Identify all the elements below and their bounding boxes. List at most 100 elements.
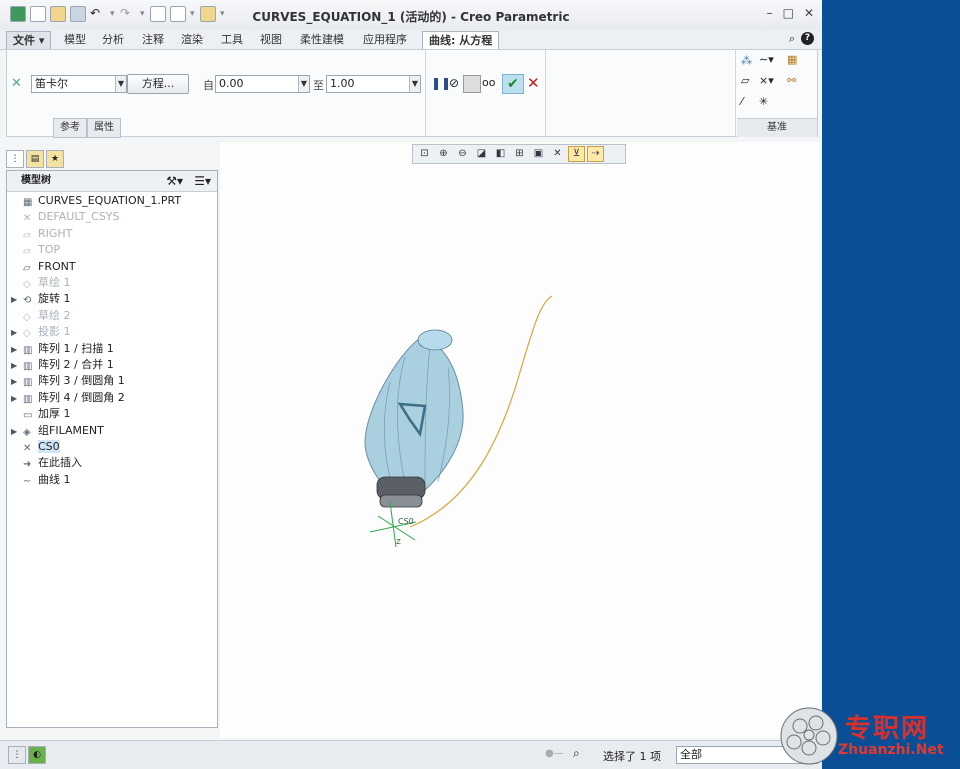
feature-icon: ▱ (23, 246, 31, 258)
verify-mode-icon[interactable] (463, 75, 481, 93)
display-style-icon[interactable]: ◧ (492, 146, 509, 162)
window-title: CURVES_EQUATION_1 (活动的) - Creo Parametri… (252, 10, 570, 24)
tree-item-label: 投影 1 (38, 325, 71, 339)
tree-item-label: 阵列 2 / 合并 1 (38, 358, 114, 371)
tab-references[interactable]: 参考 (53, 118, 87, 138)
model-viewport[interactable]: CS0 Z (220, 142, 820, 738)
datum-point-icon[interactable]: ⁂ (741, 54, 757, 70)
datum-axis-icon[interactable]: ⁄ (741, 95, 757, 111)
title-bar: ↶ ▾ ↷ ▾ ▾ ▾ CURVES_EQUATION_1 (活动的) - Cr… (0, 0, 822, 30)
ribbon-tab-bar: 文件 ▾ 模型 分析 注释 渲染 工具 视图 柔性建模 应用程序 曲线: 从方程… (0, 30, 822, 50)
datum-point-offset-icon[interactable]: ×▾ (759, 74, 775, 90)
tree-item[interactable]: ◇ 草绘 1 (11, 275, 71, 291)
close-button[interactable]: ✕ (804, 6, 814, 20)
bulb-top-cap (417, 329, 453, 351)
tree-item[interactable]: ▶ ▥ 阵列 1 / 扫描 1 (11, 341, 114, 357)
to-value-input[interactable]: 1.00 ▼ (326, 75, 421, 93)
to-value: 1.00 (330, 77, 355, 90)
tab-applications[interactable]: 应用程序 (357, 31, 413, 48)
saved-orientations-icon[interactable]: ⊞ (511, 146, 528, 162)
tree-item-label: 阵列 1 / 扫描 1 (38, 341, 114, 355)
bulb-model[interactable] (364, 329, 464, 508)
tab-curve-from-equation[interactable]: 曲线: 从方程 (422, 31, 500, 50)
tree-item[interactable]: ▭ 加厚 1 (11, 406, 71, 422)
tab-analysis[interactable]: 分析 (96, 31, 130, 48)
selection-filter-value: 全部 (680, 748, 702, 761)
tree-item[interactable]: ▦ CURVES_EQUATION_1.PRT (11, 193, 181, 209)
repaint-icon[interactable]: ◪ (473, 146, 490, 162)
datum-plane-icon[interactable]: ▱ (741, 74, 757, 90)
datum-csys-icon[interactable]: ✳ (759, 95, 775, 111)
expand-arrow-icon[interactable]: ▶ (11, 374, 23, 390)
zoom-in-icon[interactable]: ⊕ (435, 146, 452, 162)
feature-icon: ✕ (23, 213, 32, 225)
folder-browser-tab-icon[interactable]: ▤ (26, 150, 44, 168)
tree-settings-icon[interactable]: ⚒▾ (166, 171, 183, 191)
datum-display-icon[interactable]: ✕ (549, 146, 566, 162)
tab-annotate[interactable]: 注释 (136, 31, 170, 48)
tree-item[interactable]: ▱ FRONT (11, 259, 76, 275)
feature-icon: ◇ (23, 328, 31, 340)
tree-filter-icon[interactable]: ☰▾ (194, 171, 211, 191)
status-bar: ⋮ ◐ ●— ⌕ 选择了 1 项 全部 ▼ (0, 740, 822, 769)
graphics-area[interactable]: CS0 Z (220, 142, 820, 738)
cancel-x-icon[interactable]: ✕ (527, 74, 543, 92)
search-icon[interactable]: ⌕ (789, 32, 795, 46)
tree-item[interactable]: ▶ ▥ 阵列 4 / 倒圆角 2 (11, 390, 125, 406)
spin-center-icon[interactable]: ⇢ (587, 146, 604, 162)
tab-model[interactable]: 模型 (58, 31, 92, 48)
tree-item[interactable]: ▶ ◈ 组FILAMENT (11, 423, 104, 439)
expand-arrow-icon[interactable]: ▶ (11, 391, 23, 407)
model-tree-tab-icon[interactable]: ⋮ (6, 150, 24, 168)
tab-file[interactable]: 文件 ▾ (6, 31, 52, 50)
tree-item[interactable]: ▱ TOP (11, 242, 60, 258)
chevron-down-icon: ▼ (298, 76, 309, 92)
tree-item[interactable]: ➜ 在此插入 (11, 455, 82, 471)
find-icon[interactable]: ⌕ (573, 746, 580, 761)
annotation-display-icon[interactable]: ⊻ (568, 146, 585, 162)
tab-render[interactable]: 渲染 (175, 31, 209, 48)
tree-item[interactable]: ▱ RIGHT (11, 226, 72, 242)
tree-item[interactable]: ∼ 曲线 1 (11, 472, 71, 488)
expand-arrow-icon[interactable]: ▶ (11, 424, 23, 440)
favorites-tab-icon[interactable]: ★ (46, 150, 64, 168)
maximize-button[interactable]: □ (783, 6, 794, 20)
pause-icon[interactable]: ❚❚ (431, 76, 451, 92)
bulb-glass[interactable] (364, 337, 464, 491)
expand-arrow-icon[interactable]: ▶ (11, 325, 23, 341)
apply-check-icon[interactable]: ✔ (502, 74, 524, 94)
minimize-button[interactable]: – (767, 6, 773, 20)
expand-arrow-icon[interactable]: ▶ (11, 358, 23, 374)
from-value-input[interactable]: 0.00 ▼ (215, 75, 310, 93)
help-icon[interactable]: ? (801, 32, 814, 45)
expand-arrow-icon[interactable]: ▶ (11, 292, 23, 308)
show-navigator-icon[interactable]: ⋮ (8, 746, 26, 764)
feature-icon: ▱ (23, 262, 31, 274)
tab-tools[interactable]: 工具 (215, 31, 249, 48)
expand-arrow-icon[interactable]: ▶ (11, 342, 23, 358)
tree-item[interactable]: ▶ ▥ 阵列 3 / 倒圆角 1 (11, 373, 125, 389)
coord-type-select[interactable]: 笛卡尔 ▼ (31, 75, 127, 93)
tree-item[interactable]: ▶ ◇ 投影 1 (11, 324, 71, 340)
datum-analysis-icon[interactable]: ▦ (787, 53, 803, 69)
datum-curve-icon[interactable]: ∼▾ (759, 53, 775, 69)
glasses-preview-icon[interactable]: oo (482, 76, 498, 92)
tree-item-label: FRONT (38, 259, 76, 273)
tree-item[interactable]: ✕ CS0 (11, 439, 60, 455)
equation-button[interactable]: 方程... (127, 74, 189, 94)
feature-icon: ➜ (23, 459, 32, 471)
zoom-out-icon[interactable]: ⊖ (454, 146, 471, 162)
tree-item[interactable]: ▶ ▥ 阵列 2 / 合并 1 (11, 357, 114, 373)
tab-properties[interactable]: 属性 (87, 118, 121, 138)
tree-item[interactable]: ◇ 草绘 2 (11, 308, 71, 324)
tab-flexible-modeling[interactable]: 柔性建模 (294, 31, 350, 48)
watermark-site: Zhuanzhi.Net (838, 742, 944, 758)
datum-chain-icon[interactable]: ⚯ (787, 74, 803, 90)
show-browser-icon[interactable]: ◐ (28, 746, 46, 764)
refit-icon[interactable]: ⊡ (416, 146, 433, 162)
tree-item[interactable]: ✕ DEFAULT_CSYS (11, 209, 120, 225)
view-manager-icon[interactable]: ▣ (530, 146, 547, 162)
tree-item[interactable]: ▶ ⟲ 旋转 1 (11, 291, 71, 307)
progress-indicator-icon: ●— (545, 748, 564, 759)
tab-view[interactable]: 视图 (254, 31, 288, 48)
